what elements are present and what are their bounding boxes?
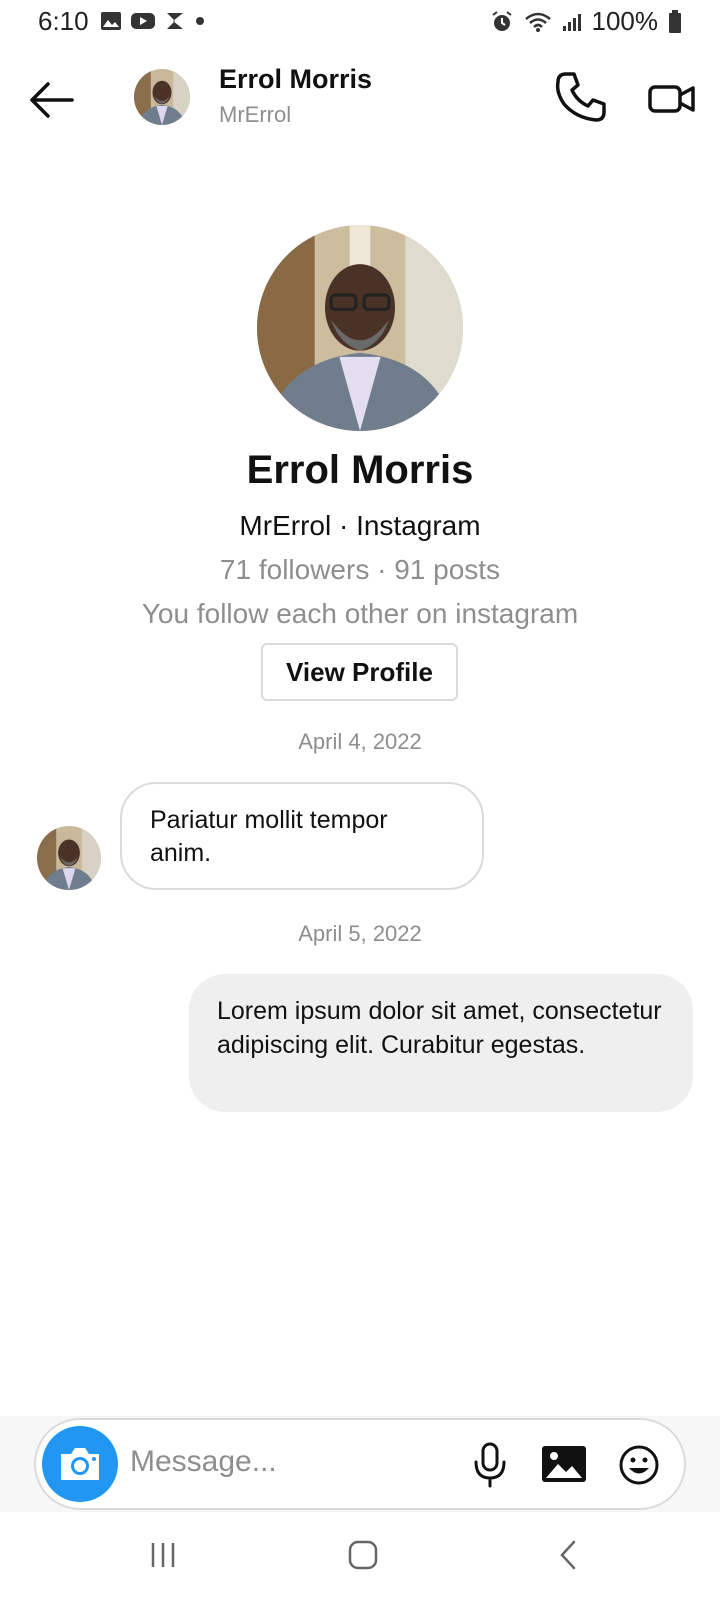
chevron-left-icon (560, 1540, 576, 1570)
message-avatar[interactable] (37, 826, 101, 890)
profile-relation: You follow each other on instagram (141, 598, 579, 629)
phone-icon (555, 72, 606, 122)
video-call-button[interactable] (647, 74, 697, 124)
header-contact-name[interactable]: Errol Morris (219, 64, 372, 95)
message-input[interactable] (130, 1440, 450, 1484)
view-profile-button[interactable]: View Profile (261, 643, 458, 701)
back-button[interactable] (26, 74, 78, 126)
avatar-photo (257, 225, 463, 431)
microphone-icon (474, 1442, 506, 1488)
home-icon (348, 1540, 378, 1570)
camera-button[interactable] (42, 1426, 118, 1502)
wifi-icon (524, 12, 551, 32)
smiley-icon (619, 1445, 659, 1485)
recent-apps-icon (151, 1543, 175, 1567)
youtube-icon (131, 13, 155, 29)
profile-avatar[interactable] (257, 225, 463, 431)
chat-header (0, 44, 720, 154)
incoming-message-bubble[interactable]: Pariatur mollit tempor anim. (120, 782, 484, 890)
arrow-left-icon (30, 82, 74, 118)
date-separator: April 4, 2022 (298, 729, 422, 754)
avatar-photo (134, 69, 190, 125)
dot-icon (196, 17, 204, 25)
avatar-photo (37, 826, 101, 890)
emoji-button[interactable] (618, 1444, 660, 1486)
status-right-group: 100% (490, 6, 683, 37)
home-button[interactable] (346, 1538, 380, 1572)
voice-message-button[interactable] (470, 1442, 510, 1488)
camera-icon (61, 1448, 99, 1480)
profile-subtitle: MrErrol · Instagram (239, 510, 481, 541)
video-camera-icon (648, 85, 695, 113)
date-separator: April 5, 2022 (298, 921, 422, 946)
recent-apps-button[interactable] (146, 1538, 180, 1572)
battery-percentage: 100% (591, 6, 659, 36)
header-avatar[interactable] (134, 69, 190, 125)
outgoing-message-bubble[interactable]: Lorem ipsum dolor sit amet, consectetur … (189, 974, 693, 1112)
image-icon (542, 1446, 586, 1482)
signal-icon (562, 13, 581, 31)
system-back-button[interactable] (552, 1538, 586, 1572)
gallery-button[interactable] (540, 1444, 588, 1484)
battery-icon (669, 9, 681, 33)
profile-stats: 71 followers · 91 posts (219, 554, 501, 585)
status-time: 6:10 (38, 6, 89, 36)
gallery-icon (101, 12, 121, 30)
app-icon (167, 13, 183, 29)
header-username: MrErrol (219, 102, 292, 127)
status-notification-icons (100, 10, 206, 32)
profile-name: Errol Morris (246, 448, 474, 492)
alarm-icon (491, 10, 512, 31)
voice-call-button[interactable] (552, 68, 610, 126)
